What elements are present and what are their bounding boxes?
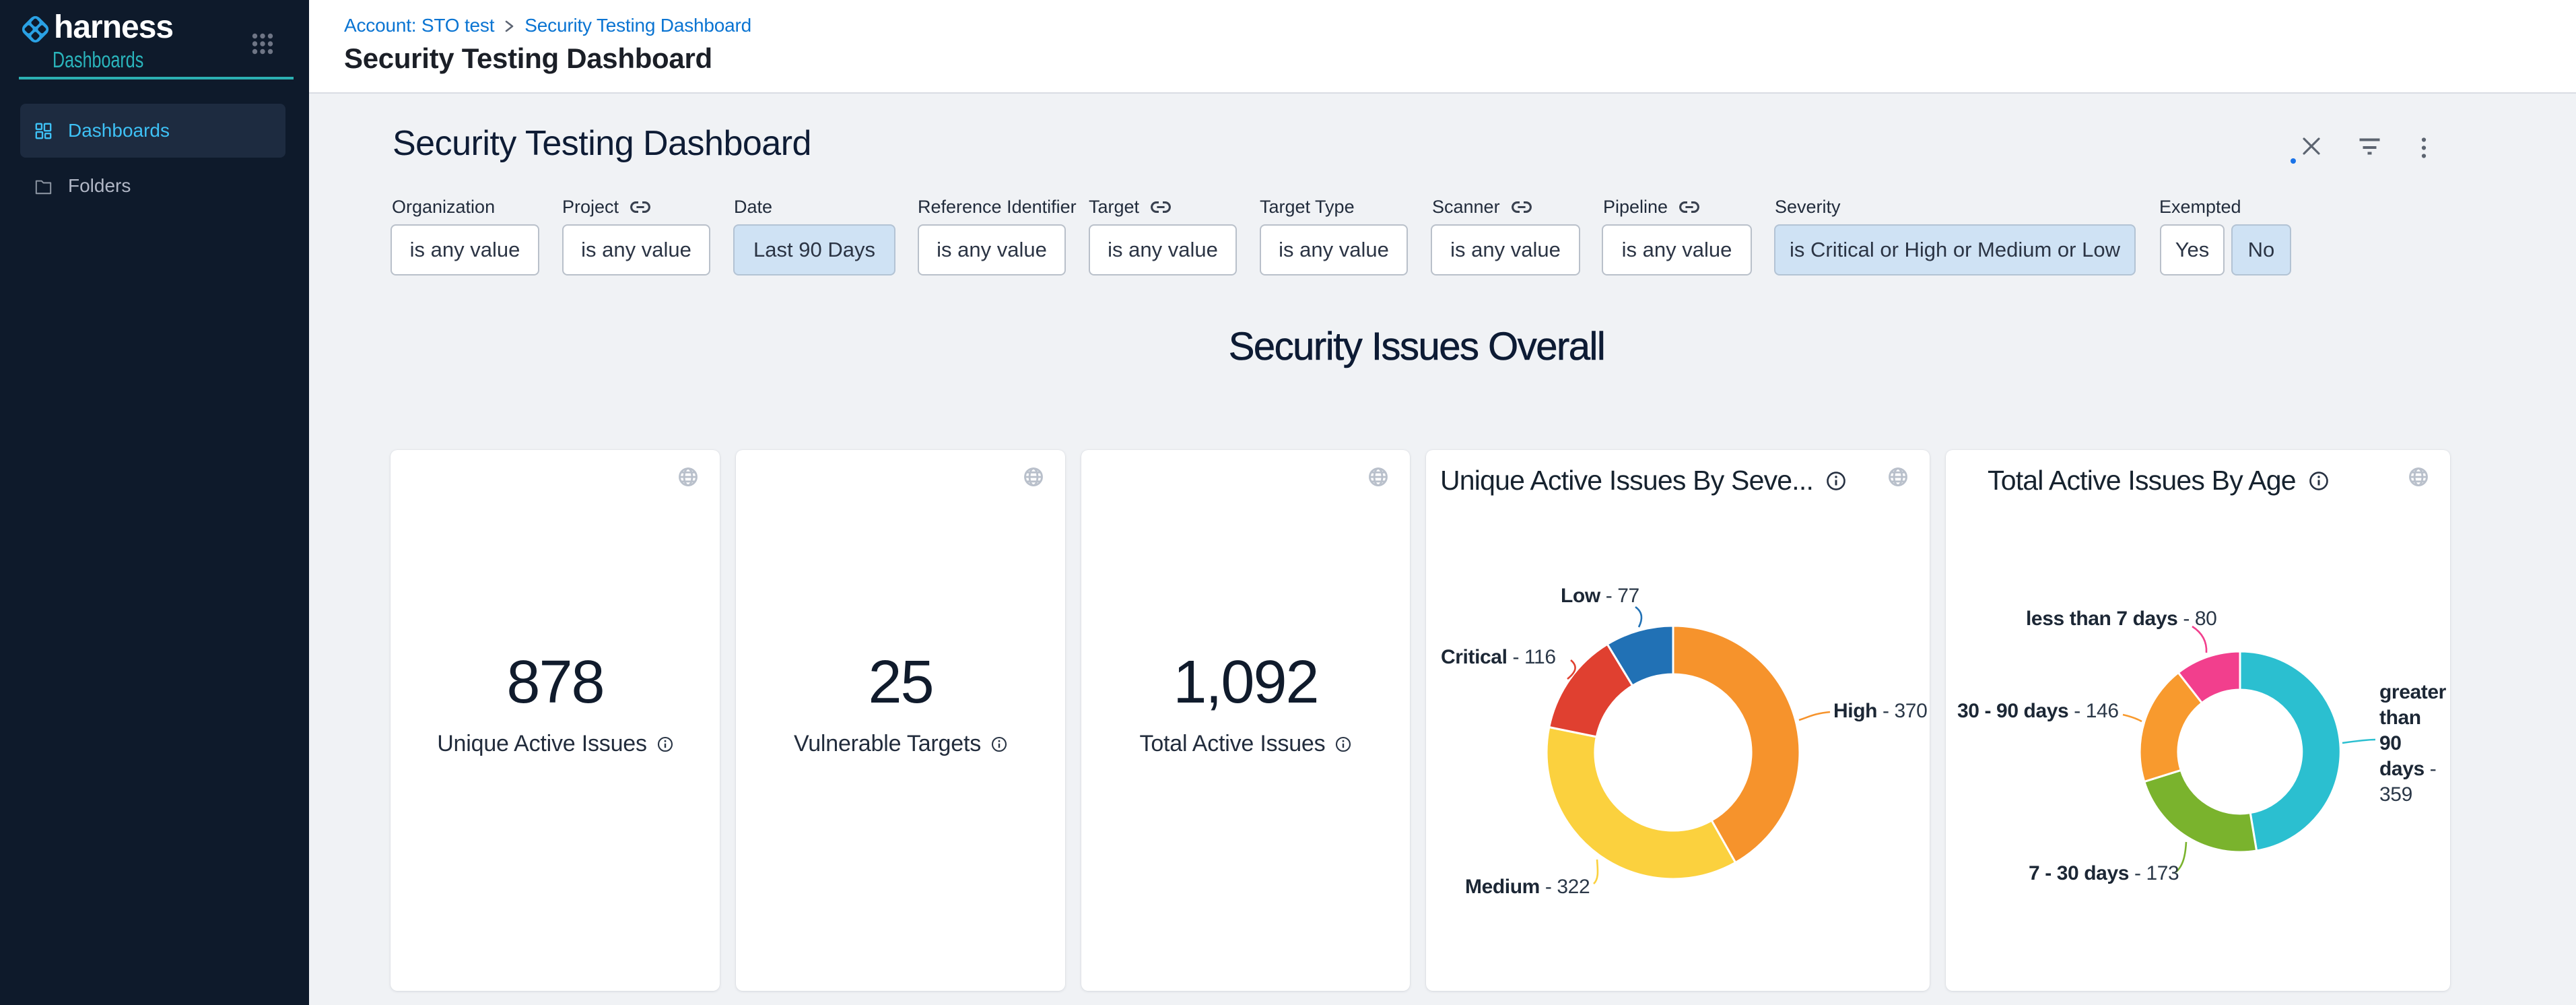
- svg-text:359: 359: [2379, 783, 2412, 806]
- svg-text:7 - 30 days - 173: 7 - 30 days - 173: [2029, 862, 2179, 884]
- svg-text:90: 90: [2379, 732, 2402, 754]
- svg-text:than: than: [2379, 707, 2421, 729]
- svg-text:Low - 77: Low - 77: [1561, 585, 1639, 607]
- svg-text:less than 7 days - 80: less than 7 days - 80: [2026, 608, 2216, 630]
- svg-text:High - 370: High - 370: [1833, 700, 1927, 722]
- svg-text:greater: greater: [2379, 681, 2447, 703]
- svg-text:30 - 90 days - 146: 30 - 90 days - 146: [1957, 700, 2119, 722]
- svg-text:Medium - 322: Medium - 322: [1465, 876, 1590, 898]
- svg-text:days -: days -: [2379, 758, 2436, 780]
- svg-text:Critical - 116: Critical - 116: [1441, 646, 1556, 668]
